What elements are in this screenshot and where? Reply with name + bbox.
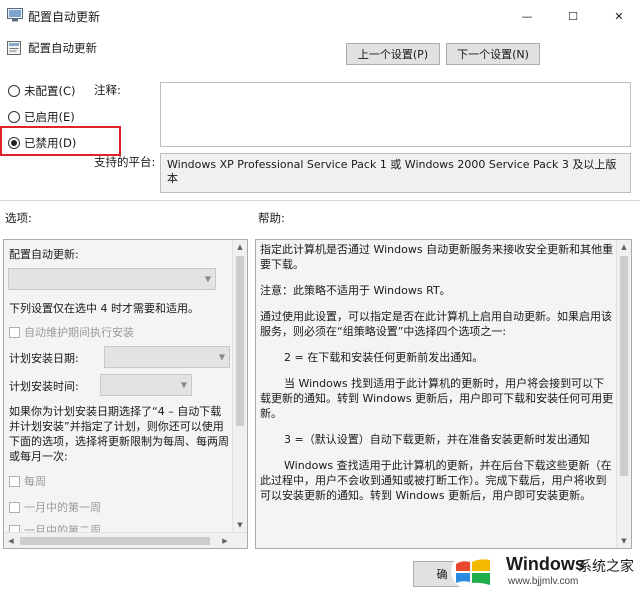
setting-title: 配置自动更新 — [28, 41, 97, 55]
help-paragraph: 注意：此策略不适用于 Windows RT。 — [260, 284, 451, 297]
first-week-checkbox[interactable]: 一月中的第一周 — [9, 499, 101, 515]
previous-setting-button[interactable]: 上一个设置(P) — [346, 43, 440, 65]
checkbox-label: 自动维护期间执行安装 — [24, 326, 134, 339]
maximize-button[interactable]: ☐ — [550, 0, 596, 32]
schedule-time-label: 计划安装时间: — [9, 380, 79, 393]
scrollbar-thumb[interactable] — [20, 537, 210, 545]
description-line: 如果你为计划安装日期选择了“4 – 自动下载 — [9, 405, 222, 418]
description-line: 并计划安装”并指定了计划，则你还可以使用 — [9, 420, 224, 433]
scroll-down-icon[interactable]: ▼ — [617, 534, 631, 548]
radio-label: 已启用(E) — [24, 110, 75, 124]
minimize-icon: — — [521, 9, 533, 23]
checkbox-label: 一月中的第一周 — [24, 501, 101, 514]
checkbox-icon — [9, 475, 20, 487]
scroll-right-icon[interactable]: ▶ — [218, 533, 232, 548]
help-text: 指定此计算机是否通过 Windows 自动更新服务来接收安全更新和其他重要下载。… — [260, 242, 615, 514]
radio-circle-icon — [8, 85, 20, 97]
comment-textarea[interactable] — [160, 82, 631, 147]
maximize-icon: ☐ — [568, 9, 578, 23]
chevron-down-icon: ▼ — [180, 380, 187, 390]
help-vertical-scrollbar[interactable]: ▲ ▼ — [616, 240, 631, 548]
help-paragraph: 2 = 在下载和安装任何更新前发出通知。 — [284, 351, 484, 364]
help-panel: 指定此计算机是否通过 Windows 自动更新服务来接收安全更新和其他重要下载。… — [255, 239, 632, 549]
checkbox-icon — [9, 326, 20, 338]
checkbox-label: 每周 — [24, 475, 46, 488]
watermark-brand: Windows — [506, 554, 585, 574]
comment-label: 注释: — [94, 83, 121, 97]
setting-icon — [6, 40, 22, 56]
options-panel: 配置自动更新: ▼ 下列设置仅在选中 4 时才需要和适用。 自动维护期间执行安装… — [3, 239, 248, 549]
maintenance-install-checkbox[interactable]: 自动维护期间执行安装 — [9, 324, 134, 340]
help-paragraph: 当 Windows 找到适用于此计算机的更新时，用户将会接到可以下载更新的通知。… — [260, 377, 614, 420]
radio-circle-icon — [8, 111, 20, 123]
help-paragraph: 指定此计算机是否通过 Windows 自动更新服务来接收安全更新和其他重要下载。 — [260, 243, 614, 271]
options-vertical-scrollbar[interactable]: ▲ ▼ — [232, 240, 247, 532]
description-line: 或每月一次: — [9, 450, 68, 463]
scroll-up-icon[interactable]: ▲ — [617, 240, 631, 254]
weekly-checkbox[interactable]: 每周 — [9, 473, 46, 489]
supported-platform-value: Windows XP Professional Service Pack 1 或… — [160, 153, 631, 193]
radio-not-configured[interactable]: 未配置(C) — [8, 82, 76, 100]
section-divider — [0, 200, 640, 201]
scrollbar-thumb[interactable] — [236, 256, 244, 426]
radio-label: 未配置(C) — [24, 84, 76, 98]
options-label: 选项: — [5, 211, 32, 225]
chevron-down-icon: ▼ — [204, 274, 211, 284]
options-note: 下列设置仅在选中 4 时才需要和适用。 — [9, 302, 199, 315]
watermark-site-name: 系统之家 — [578, 559, 634, 575]
description-line: 下面的选项，选择将更新限制为每周、每两周 — [9, 435, 229, 448]
options-title: 配置自动更新: — [9, 248, 79, 261]
scrollbar-thumb[interactable] — [620, 256, 628, 476]
schedule-day-label: 计划安装日期: — [9, 352, 79, 365]
supported-platform-label: 支持的平台: — [94, 155, 156, 169]
help-paragraph: Windows 查找适用于此计算机的更新，并在后台下载这些更新（在此过程中，用户… — [260, 459, 612, 502]
scroll-up-icon[interactable]: ▲ — [233, 240, 247, 254]
close-icon: ✕ — [614, 9, 624, 23]
help-paragraph: 3 =（默认设置）自动下载更新，并在准备安装更新时发出通知 — [284, 433, 590, 446]
policy-settings-icon — [7, 8, 23, 22]
window-title: 配置自动更新 — [28, 10, 101, 24]
radio-enabled[interactable]: 已启用(E) — [8, 108, 75, 126]
watermark-url: www.bjjmlv.com — [508, 576, 579, 587]
help-paragraph: 通过使用此设置，可以指定是否在此计算机上启用自动更新。如果启用该服务，则必须在“… — [260, 310, 612, 338]
windows-logo-icon — [450, 550, 496, 592]
options-horizontal-scrollbar[interactable]: ◀ ▶ — [4, 532, 247, 548]
scroll-left-icon[interactable]: ◀ — [4, 533, 18, 548]
schedule-day-dropdown[interactable]: ▼ — [104, 346, 230, 368]
minimize-button[interactable]: — — [504, 0, 550, 32]
next-setting-button[interactable]: 下一个设置(N) — [446, 43, 540, 65]
annotation-highlight-box — [0, 126, 121, 156]
options-description: 如果你为计划安装日期选择了“4 – 自动下载 并计划安装”并指定了计划，则你还可… — [9, 404, 237, 464]
help-label: 帮助: — [258, 211, 285, 225]
auto-update-mode-dropdown[interactable]: ▼ — [8, 268, 216, 290]
schedule-time-dropdown[interactable]: ▼ — [100, 374, 192, 396]
chevron-down-icon: ▼ — [218, 352, 225, 362]
checkbox-icon — [9, 501, 20, 513]
scroll-down-icon[interactable]: ▼ — [233, 518, 247, 532]
close-button[interactable]: ✕ — [596, 0, 640, 32]
